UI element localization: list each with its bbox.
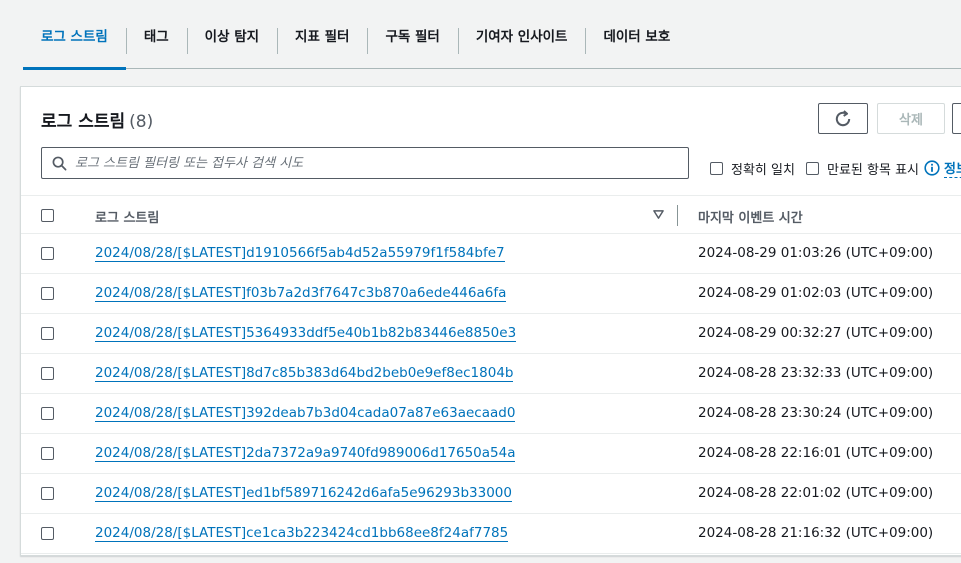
tab-log-streams[interactable]: 로그 스트림 xyxy=(23,0,126,70)
last-event-time: 2024-08-29 01:03:26 (UTC+09:00) xyxy=(698,245,934,261)
row-checkbox[interactable] xyxy=(41,527,54,540)
table-row: 2024/08/28/[$LATEST]d1910566f5ab4d52a559… xyxy=(21,234,961,274)
last-event-time: 2024-08-29 00:32:27 (UTC+09:00) xyxy=(698,325,934,341)
table-row: 2024/08/28/[$LATEST]ce1ca3b223424cd1bb68… xyxy=(21,514,961,554)
show-expired-label: 만료된 항목 표시 xyxy=(827,163,919,178)
table-row: 2024/08/28/[$LATEST]f03b7a2d3f7647c3b870… xyxy=(21,274,961,314)
last-event-time: 2024-08-28 21:16:32 (UTC+09:00) xyxy=(698,525,934,541)
tab-label: 데이터 보호 xyxy=(603,28,671,45)
log-stream-link[interactable]: 2024/08/28/[$LATEST]ed1bf589716242d6afa5… xyxy=(95,485,512,502)
last-event-time: 2024-08-29 01:02:03 (UTC+09:00) xyxy=(698,285,934,301)
tab-tags[interactable]: 태그 xyxy=(125,0,187,69)
row-checkbox[interactable] xyxy=(41,247,54,260)
tab-subscription-filters[interactable]: 구독 필터 xyxy=(367,0,457,69)
last-event-time: 2024-08-28 22:01:02 (UTC+09:00) xyxy=(698,485,934,501)
log-stream-link[interactable]: 2024/08/28/[$LATEST]8d7c85b383d64bd2beb0… xyxy=(95,365,514,382)
last-event-time: 2024-08-28 23:30:24 (UTC+09:00) xyxy=(698,405,934,421)
log-stream-link[interactable]: 2024/08/28/[$LATEST]d1910566f5ab4d52a559… xyxy=(95,245,505,262)
exact-match-option[interactable]: 정확히 일치 xyxy=(710,159,795,178)
table-header: 로그 스트림 마지막 이벤트 시간 xyxy=(21,195,961,234)
panel-title: 로그 스트림 (8) xyxy=(41,107,153,132)
search-icon xyxy=(52,156,67,170)
exact-match-label: 정확히 일치 xyxy=(731,163,795,178)
search-input[interactable] xyxy=(75,155,665,171)
select-all-checkbox[interactable] xyxy=(41,209,54,222)
row-checkbox[interactable] xyxy=(41,487,54,500)
table-row: 2024/08/28/[$LATEST]392deab7b3d04cada07a… xyxy=(21,394,961,434)
sort-down-icon[interactable] xyxy=(653,209,664,220)
tab-metric-filters[interactable]: 지표 필터 xyxy=(277,0,367,69)
table-row: 2024/08/28/[$LATEST]ed1bf589716242d6afa5… xyxy=(21,474,961,514)
info-icon xyxy=(924,160,940,176)
table-row: 2024/08/28/[$LATEST]2da7372a9a9740fd9890… xyxy=(21,434,961,474)
last-event-time: 2024-08-28 23:32:33 (UTC+09:00) xyxy=(698,365,934,381)
last-event-time: 2024-08-28 22:16:01 (UTC+09:00) xyxy=(698,445,934,461)
table-row: 2024/08/28/[$LATEST]5364933ddf5e40b1b82b… xyxy=(21,314,961,354)
more-actions-button[interactable] xyxy=(952,103,961,134)
tab-label: 기여자 인사이트 xyxy=(475,28,568,45)
tab-label: 지표 필터 xyxy=(295,28,350,45)
tab-anomaly-detection[interactable]: 이상 탐지 xyxy=(186,0,277,69)
refresh-icon xyxy=(835,109,851,126)
delete-button[interactable]: 삭제 xyxy=(877,103,945,134)
row-checkbox[interactable] xyxy=(41,287,54,300)
log-stream-link[interactable]: 2024/08/28/[$LATEST]ce1ca3b223424cd1bb68… xyxy=(95,525,509,542)
tab-contributor-insights[interactable]: 기여자 인사이트 xyxy=(457,0,586,69)
refresh-button[interactable] xyxy=(818,103,868,134)
log-streams-panel: 로그 스트림(8) 삭제 정확히 일치 만료된 항목 표시 정보 로그 스 xyxy=(20,86,961,556)
info-link[interactable]: 정보 xyxy=(924,158,961,178)
log-stream-link[interactable]: 2024/08/28/[$LATEST]f03b7a2d3f7647c3b870… xyxy=(95,285,507,302)
show-expired-option[interactable]: 만료된 항목 표시 xyxy=(806,159,919,178)
row-checkbox[interactable] xyxy=(41,407,54,420)
tab-label: 태그 xyxy=(143,28,169,45)
show-expired-checkbox[interactable] xyxy=(806,162,819,175)
tab-label: 로그 스트림 xyxy=(41,28,108,45)
tab-bar: 로그 스트림 태그 이상 탐지 지표 필터 구독 필터 기여자 인사이트 데이터… xyxy=(23,0,961,70)
row-checkbox[interactable] xyxy=(41,447,54,460)
tab-label: 구독 필터 xyxy=(385,28,440,45)
row-checkbox[interactable] xyxy=(41,367,54,380)
search-box xyxy=(41,147,689,179)
exact-match-checkbox[interactable] xyxy=(710,162,723,175)
panel-title-text: 로그 스트림 xyxy=(41,112,126,132)
column-header-last-event-time[interactable]: 마지막 이벤트 시간 xyxy=(698,207,803,226)
log-stream-link[interactable]: 2024/08/28/[$LATEST]5364933ddf5e40b1b82b… xyxy=(95,325,517,342)
tab-data-protection[interactable]: 데이터 보호 xyxy=(585,0,688,69)
log-stream-link[interactable]: 2024/08/28/[$LATEST]2da7372a9a9740fd9890… xyxy=(95,445,516,462)
row-checkbox[interactable] xyxy=(41,327,54,340)
tab-label: 이상 탐지 xyxy=(204,28,260,45)
table-row: 2024/08/28/[$LATEST]8d7c85b383d64bd2beb0… xyxy=(21,354,961,394)
column-resizer[interactable] xyxy=(677,205,678,226)
info-label: 정보 xyxy=(944,158,961,178)
log-stream-link[interactable]: 2024/08/28/[$LATEST]392deab7b3d04cada07a… xyxy=(95,405,516,422)
column-header-log-stream[interactable]: 로그 스트림 xyxy=(95,207,159,226)
stream-count: (8) xyxy=(129,112,154,132)
